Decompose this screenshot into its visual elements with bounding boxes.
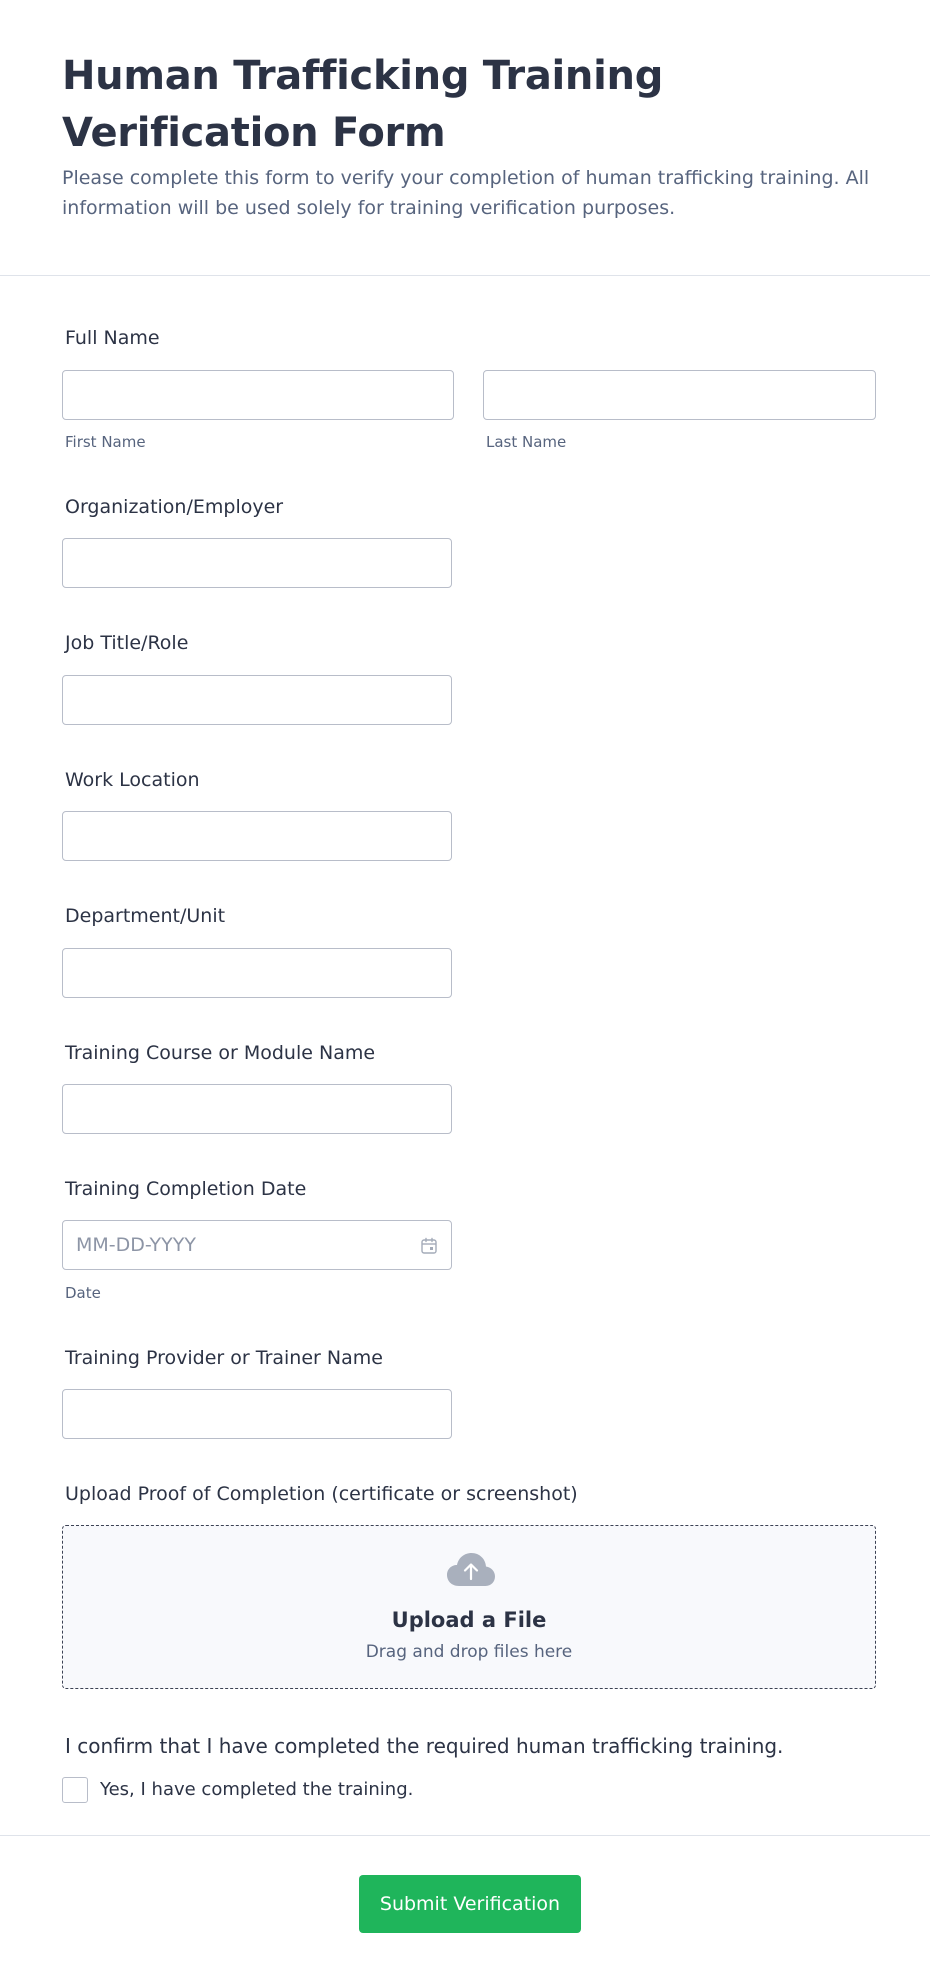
- provider-input[interactable]: [62, 1389, 452, 1439]
- upload-subtitle: Drag and drop files here: [365, 1642, 573, 1662]
- first-name-sublabel: First Name: [65, 433, 146, 451]
- work-location-input[interactable]: [62, 811, 452, 861]
- job-title-label: Job Title/Role: [65, 632, 189, 654]
- work-location-label: Work Location: [65, 769, 200, 791]
- department-input[interactable]: [62, 948, 452, 998]
- course-name-input[interactable]: [62, 1084, 452, 1134]
- last-name-sublabel: Last Name: [486, 433, 567, 451]
- provider-label: Training Provider or Trainer Name: [65, 1347, 383, 1369]
- file-upload-dropzone[interactable]: Upload a File Drag and drop files here: [62, 1525, 876, 1689]
- organization-input[interactable]: [62, 538, 452, 588]
- upload-title: Upload a File: [391, 1608, 547, 1632]
- last-name-input[interactable]: [483, 370, 876, 420]
- job-title-input[interactable]: [62, 675, 452, 725]
- completion-date-input[interactable]: MM-DD-YYYY: [62, 1220, 452, 1270]
- submit-button[interactable]: Submit Verification: [359, 1875, 581, 1933]
- confirmation-option-label[interactable]: Yes, I have completed the training.: [100, 1778, 413, 1802]
- upload-label: Upload Proof of Completion (certificate …: [65, 1483, 578, 1505]
- course-name-label: Training Course or Module Name: [65, 1042, 376, 1064]
- footer-divider: [0, 1835, 930, 1836]
- full-name-label: Full Name: [65, 327, 160, 349]
- form-header: Human Trafficking Training Verification …: [0, 0, 930, 276]
- organization-label: Organization/Employer: [65, 496, 284, 518]
- calendar-icon[interactable]: [419, 1236, 439, 1256]
- department-label: Department/Unit: [65, 905, 226, 927]
- confirmation-label: I confirm that I have completed the requ…: [65, 1734, 784, 1758]
- date-sublabel: Date: [65, 1284, 101, 1302]
- confirmation-checkbox[interactable]: [62, 1777, 88, 1803]
- completion-date-label: Training Completion Date: [65, 1178, 307, 1200]
- form-description: Please complete this form to verify your…: [62, 167, 870, 219]
- first-name-input[interactable]: [62, 370, 454, 420]
- form-title: Human Trafficking Training Verification …: [62, 53, 664, 156]
- cloud-upload-icon: [447, 1553, 495, 1586]
- date-placeholder: MM-DD-YYYY: [76, 1234, 196, 1256]
